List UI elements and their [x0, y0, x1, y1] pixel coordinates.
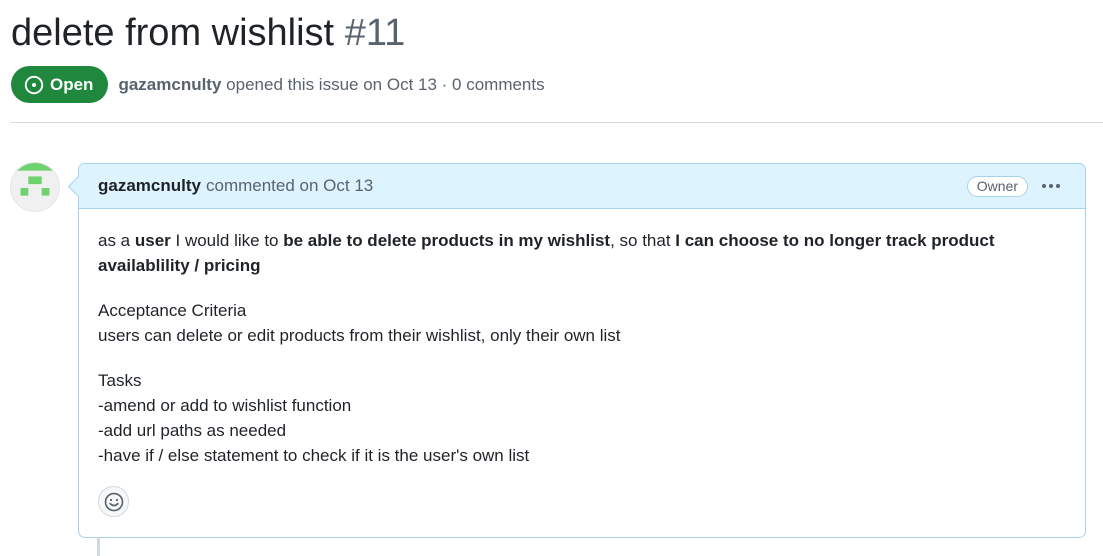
issue-number: #11 [344, 12, 406, 54]
comment-header: gazamcnulty commented on Oct 13 Owner [79, 164, 1085, 209]
issue-state-label: Open [50, 74, 94, 94]
smiley-icon [104, 492, 123, 511]
identicon-avatar [11, 163, 59, 211]
comment-timestamp[interactable]: commented on Oct 13 [206, 176, 373, 196]
timeline-line [97, 537, 100, 556]
comment-options-button[interactable] [1039, 176, 1063, 196]
header-divider [11, 122, 1103, 123]
task-item: -add url paths as needed [98, 421, 287, 440]
story-text-2: I would like to [170, 231, 284, 250]
story-text-1: as a [98, 231, 135, 250]
issue-state-badge: Open [11, 66, 109, 103]
tasks: Tasks -amend or add to wishlist function… [98, 368, 1068, 468]
acceptance-criteria: Acceptance Criteria users can delete or … [98, 298, 1068, 348]
story-bold-2: be able to delete products in my wishlis… [283, 231, 611, 250]
tasks-heading: Tasks [98, 371, 142, 390]
task-item: -amend or add to wishlist function [98, 396, 352, 415]
acceptance-text: users can delete or edit products from t… [98, 326, 621, 345]
story-text-3: , so that [610, 231, 676, 250]
issue-title-text: delete from wishlist [11, 12, 335, 54]
user-story: as a user I would like to be able to del… [98, 228, 1068, 278]
issue-author-link[interactable]: gazamcnulty [118, 75, 221, 94]
comment-author-link[interactable]: gazamcnulty [98, 176, 201, 196]
issue-title: delete from wishlist #11 [11, 10, 405, 56]
owner-badge: Owner [966, 176, 1028, 197]
issue-comment: gazamcnulty commented on Oct 13 Owner as… [78, 163, 1086, 538]
add-reaction-button[interactable] [98, 486, 129, 517]
issue-page: delete from wishlist #11 Open gazamcnult… [0, 0, 1103, 556]
issue-meta-text: gazamcnulty opened this issue on Oct 13 … [118, 75, 544, 95]
acceptance-heading: Acceptance Criteria [98, 301, 247, 320]
comment-body: as a user I would like to be able to del… [98, 228, 1068, 488]
kebab-horizontal-icon [1042, 184, 1060, 188]
story-bold-1: user [134, 231, 171, 250]
issue-meta: Open gazamcnulty opened this issue on Oc… [11, 66, 545, 103]
issue-opened-text: opened this issue on Oct 13 · 0 comments [226, 74, 545, 94]
task-item: -have if / else statement to check if it… [98, 446, 530, 465]
avatar[interactable] [10, 162, 60, 212]
issue-opened-icon [24, 75, 44, 95]
